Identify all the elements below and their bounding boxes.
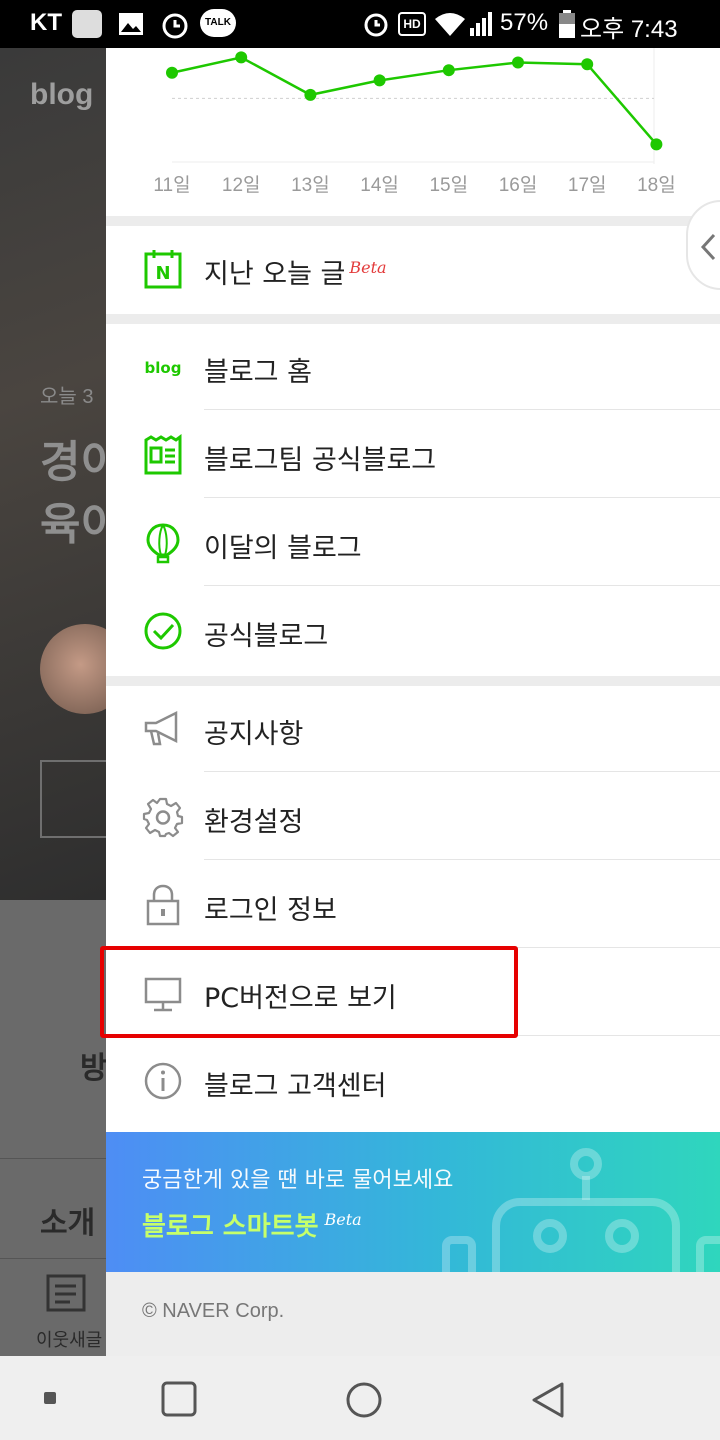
- chart-series-line: [171, 56, 658, 146]
- background-blog-logo: blog: [30, 78, 94, 111]
- chart-x-tick-label: 12일: [221, 175, 261, 196]
- smartbot-banner[interactable]: 궁금한게 있을 땐 바로 물어보세요 블로그 스마트봇 Beta: [106, 1132, 720, 1272]
- kakaotalk-icon: TALK: [200, 9, 236, 37]
- chart-point: [304, 88, 317, 101]
- blog-team-icon: [144, 434, 182, 475]
- calendar-n-icon: N: [144, 250, 182, 289]
- highlight-box: [100, 946, 518, 1038]
- smartbot-beta-badge: Beta: [324, 1210, 362, 1230]
- back-icon[interactable]: [528, 1380, 568, 1420]
- navigation-bar: [0, 1356, 720, 1440]
- alarm-icon: [162, 13, 188, 39]
- past-today-label: 지난 오늘 글 Beta: [204, 252, 387, 291]
- copyright-text: © NAVER Corp.: [142, 1300, 285, 1322]
- chart-point: [166, 66, 178, 79]
- visitor-chart: 11일 12일 13일 14일 15일 16일 17일 18일: [106, 48, 720, 216]
- chart-x-tick-label: 11일: [153, 175, 191, 196]
- menu-item-customer-center[interactable]: 블로그 고객센터: [106, 1038, 720, 1126]
- chart-x-tick-label: 14일: [360, 175, 399, 196]
- chart-point: [650, 138, 663, 151]
- menu-divider: [204, 585, 720, 586]
- hd-icon: HD: [398, 12, 426, 36]
- signal-icon: [470, 12, 492, 36]
- visitor-chart-plot: [166, 48, 663, 164]
- section-separator: [106, 314, 720, 324]
- menu-item-monthly-blog[interactable]: 이달의 블로그: [106, 500, 720, 588]
- balloon-icon: [146, 523, 180, 564]
- app-notification-icon: [72, 10, 102, 38]
- chart-x-tick-label: 13일: [291, 175, 330, 196]
- blog-logo-text: blog: [145, 359, 182, 377]
- menu-item-settings[interactable]: 환경설정: [106, 774, 720, 862]
- chart-point: [442, 64, 455, 77]
- battery-percent: 57%: [500, 9, 549, 36]
- background-neighbor-posts-label: 이웃새글: [36, 1330, 103, 1350]
- background-today-count: 오늘 3: [40, 386, 94, 408]
- background-title-line1: 경이: [40, 438, 106, 487]
- lock-icon: [146, 884, 180, 926]
- official-blog-label: 공식블로그: [204, 621, 329, 652]
- chart-x-tick-label: 17일: [567, 175, 607, 196]
- info-icon: [144, 1062, 182, 1100]
- battery-icon: [559, 10, 575, 38]
- smartbot-question: 궁금한게 있을 땐 바로 물어보세요: [142, 1168, 454, 1193]
- section-separator: [106, 216, 720, 226]
- chart-point: [373, 74, 386, 87]
- background-divider: [0, 1158, 106, 1159]
- blog-team-label: 블로그팀 공식블로그: [204, 445, 437, 476]
- status-bar: KT TALK HD 57% 오후 7:43: [0, 0, 720, 48]
- neighbor-posts-icon: [46, 1274, 86, 1312]
- menu-divider: [204, 859, 720, 860]
- side-drawer: 11일 12일 13일 14일 15일 16일 17일 18일 N 지난 오늘 글 Beta b…: [106, 48, 720, 1356]
- smartbot-name: 블로그 스마트봇 Beta: [142, 1206, 362, 1243]
- monthly-blog-label: 이달의 블로그: [204, 533, 362, 564]
- blog-home-label: 블로그 홈: [204, 357, 312, 388]
- gear-icon: [142, 797, 184, 838]
- settings-label: 환경설정: [204, 807, 304, 838]
- background-thumbnail: [40, 760, 106, 838]
- menu-item-past-today[interactable]: N 지난 오늘 글 Beta: [106, 226, 720, 314]
- customer-center-label: 블로그 고객센터: [204, 1071, 387, 1102]
- chart-point: [581, 58, 594, 71]
- menu-divider: [204, 771, 720, 772]
- section-separator: [106, 676, 720, 686]
- blog-logo-icon: blog: [145, 359, 182, 377]
- recent-apps-icon[interactable]: [160, 1380, 198, 1418]
- chart-point: [512, 56, 524, 69]
- clock-time: 오후 7:43: [580, 16, 678, 43]
- login-info-label: 로그인 정보: [204, 895, 337, 926]
- menu-item-official-blog[interactable]: 공식블로그: [106, 588, 720, 676]
- carrier-label: KT: [30, 9, 62, 36]
- notice-label: 공지사항: [204, 719, 304, 750]
- menu-item-login-info[interactable]: 로그인 정보: [106, 862, 720, 950]
- menu-divider: [204, 409, 720, 410]
- beta-badge: Beta: [349, 258, 387, 277]
- drawer-footer: © NAVER Corp.: [106, 1272, 720, 1356]
- image-icon: [119, 13, 143, 35]
- menu-item-blog-team[interactable]: 블로그팀 공식블로그: [106, 412, 720, 500]
- background-divider-2: [0, 1258, 106, 1259]
- menu-item-blog-home[interactable]: blog 블로그 홈: [106, 324, 720, 412]
- chart-point: [235, 51, 248, 64]
- chart-x-tick-label: 16일: [498, 175, 538, 196]
- megaphone-icon: [144, 710, 178, 746]
- home-icon[interactable]: [344, 1380, 384, 1420]
- wifi-icon: [435, 13, 465, 36]
- background-visit-label: 방: [80, 1052, 106, 1085]
- clock-icon: [364, 13, 388, 37]
- calendar-n-letter: N: [155, 263, 170, 284]
- smartbot-name-text: 블로그 스마트봇: [142, 1212, 319, 1242]
- check-circle-icon: [144, 612, 182, 650]
- robot-illustration: [442, 1148, 720, 1272]
- background-blog-page: blog 오늘 3 경이 육이 방 소개 이웃새글: [0, 48, 106, 1356]
- chart-x-tick-label: 15일: [429, 175, 469, 196]
- chevron-left-icon: [700, 233, 716, 261]
- menu-item-notice[interactable]: 공지사항: [106, 686, 720, 774]
- background-title-line2: 육이: [40, 500, 106, 549]
- background-intro-label: 소개: [40, 1207, 96, 1240]
- past-today-text: 지난 오늘 글: [204, 259, 346, 290]
- menu-divider: [204, 497, 720, 498]
- chart-x-tick-label: 18일: [637, 175, 676, 196]
- nav-dot-icon[interactable]: [44, 1392, 56, 1404]
